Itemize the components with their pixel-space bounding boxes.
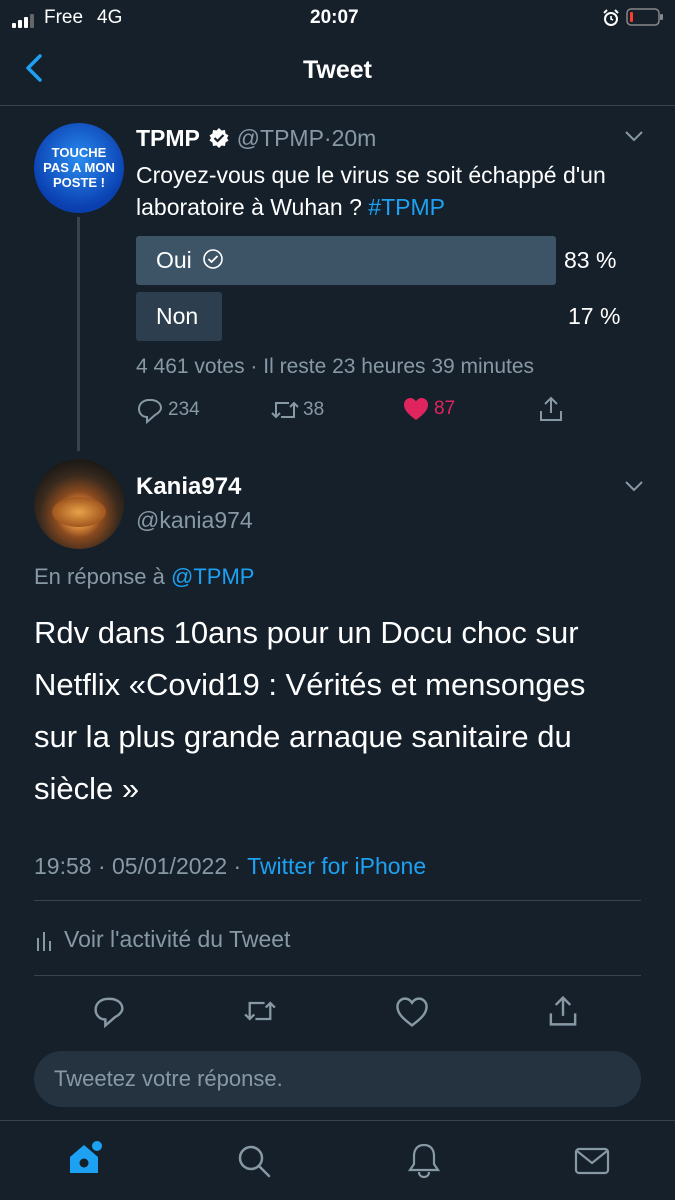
- reply-count: 234: [168, 399, 200, 420]
- tweet-activity-link[interactable]: Voir l'activité du Tweet: [34, 926, 290, 953]
- like-button[interactable]: [395, 996, 429, 1033]
- tweet-age: 20m: [331, 125, 377, 151]
- reply-context: En réponse à @TPMP: [34, 564, 254, 590]
- handle[interactable]: @kania974: [136, 507, 253, 534]
- focused-tweet-actions: [0, 992, 675, 1034]
- status-bar: Free 4G 20:07: [0, 0, 675, 36]
- clock: 20:07: [310, 7, 359, 28]
- tweet-header: TPMP @TPMP·20m: [136, 125, 376, 155]
- poll-percent-oui: 83 %: [564, 247, 617, 273]
- retweet-button[interactable]: [242, 995, 278, 1032]
- parent-tweet[interactable]: TOUCHE PAS A MON POSTE ! TPMP @TPMP·20m …: [0, 107, 675, 453]
- activity-label: Voir l'activité du Tweet: [64, 926, 291, 952]
- share-icon: [540, 396, 562, 421]
- source-link[interactable]: Twitter for iPhone: [247, 853, 426, 879]
- heart-filled-icon: [404, 398, 428, 420]
- tweet-menu-button[interactable]: [624, 129, 644, 143]
- battery-icon: [626, 8, 664, 32]
- verified-icon: [208, 127, 230, 155]
- reply-to-link[interactable]: @TPMP: [171, 564, 254, 589]
- avatar[interactable]: [34, 459, 124, 549]
- handle[interactable]: @TPMP: [237, 125, 324, 151]
- tab-bar: [0, 1120, 675, 1200]
- divider: [34, 975, 641, 976]
- search-icon: [238, 1145, 271, 1178]
- poll-percent-non: 17 %: [568, 303, 621, 329]
- reply-composer[interactable]: [34, 1051, 641, 1107]
- timestamp: 19:58 · 05/01/2022 ·: [34, 853, 242, 879]
- reply-input[interactable]: [34, 1051, 641, 1107]
- tweet-body: Rdv dans 10ans pour un Docu choc sur Net…: [34, 615, 586, 806]
- share-action[interactable]: [537, 395, 565, 428]
- avatar-dish-highlight: [52, 497, 106, 527]
- alarm-icon: [602, 9, 620, 33]
- tab-home[interactable]: [66, 1139, 106, 1184]
- like-action[interactable]: 87: [402, 396, 455, 422]
- reply-prefix: En réponse à: [34, 564, 165, 589]
- divider: [34, 900, 641, 901]
- reply-button[interactable]: [92, 994, 126, 1033]
- mail-icon: [574, 1147, 610, 1175]
- carrier-label: Free: [44, 7, 84, 28]
- retweet-count: 38: [303, 399, 325, 420]
- display-name[interactable]: TPMP: [136, 125, 200, 151]
- hashtag-link[interactable]: #TPMP: [368, 194, 445, 220]
- analytics-icon: [37, 931, 51, 951]
- focused-tweet: Kania974 @kania974 En réponse à @TPMP Rd…: [0, 455, 675, 976]
- heart-icon: [396, 997, 428, 1027]
- page-title: Tweet: [303, 56, 372, 84]
- reply-icon: [94, 997, 124, 1029]
- retweet-action[interactable]: 38: [270, 396, 324, 424]
- poll-option-non: Non: [156, 303, 199, 329]
- poll-option-oui: Oui: [156, 247, 224, 276]
- poll-footer: 4 461 votes · Il reste 23 heures 39 minu…: [136, 355, 535, 378]
- check-circle-icon: [202, 248, 224, 276]
- avatar-logo-text: TOUCHE PAS A MON POSTE !: [43, 145, 115, 190]
- thread-line: [77, 217, 80, 451]
- tab-search[interactable]: [236, 1143, 272, 1184]
- reply-icon: [137, 399, 163, 424]
- avatar[interactable]: TOUCHE PAS A MON POSTE !: [34, 123, 124, 213]
- chevron-down-icon: [625, 131, 643, 142]
- chevron-down-icon: [625, 481, 643, 492]
- signal-icon: [12, 12, 38, 34]
- retweet-icon: [244, 1001, 276, 1021]
- tweet-menu-button[interactable]: [624, 479, 644, 493]
- bell-icon: [407, 1143, 441, 1179]
- home-icon: [70, 1141, 102, 1173]
- share-button[interactable]: [546, 994, 580, 1033]
- tweet-text: Croyez-vous que le virus se soit échappé…: [136, 159, 636, 223]
- poll-option-label: Oui: [156, 247, 192, 273]
- tab-messages[interactable]: [574, 1146, 610, 1181]
- nav-bar: Tweet: [0, 36, 675, 106]
- retweet-icon: [271, 401, 299, 419]
- separator: ·: [323, 125, 332, 151]
- tweet-meta: 19:58 · 05/01/2022 · Twitter for iPhone: [34, 853, 426, 880]
- network-label: 4G: [97, 7, 123, 28]
- display-name[interactable]: Kania974: [136, 473, 241, 501]
- like-count: 87: [434, 398, 456, 419]
- tab-notifications[interactable]: [406, 1141, 442, 1184]
- poll: Oui 83 % Non 17 %: [136, 236, 636, 346]
- reply-action[interactable]: 234: [136, 396, 200, 424]
- share-icon: [549, 995, 577, 1026]
